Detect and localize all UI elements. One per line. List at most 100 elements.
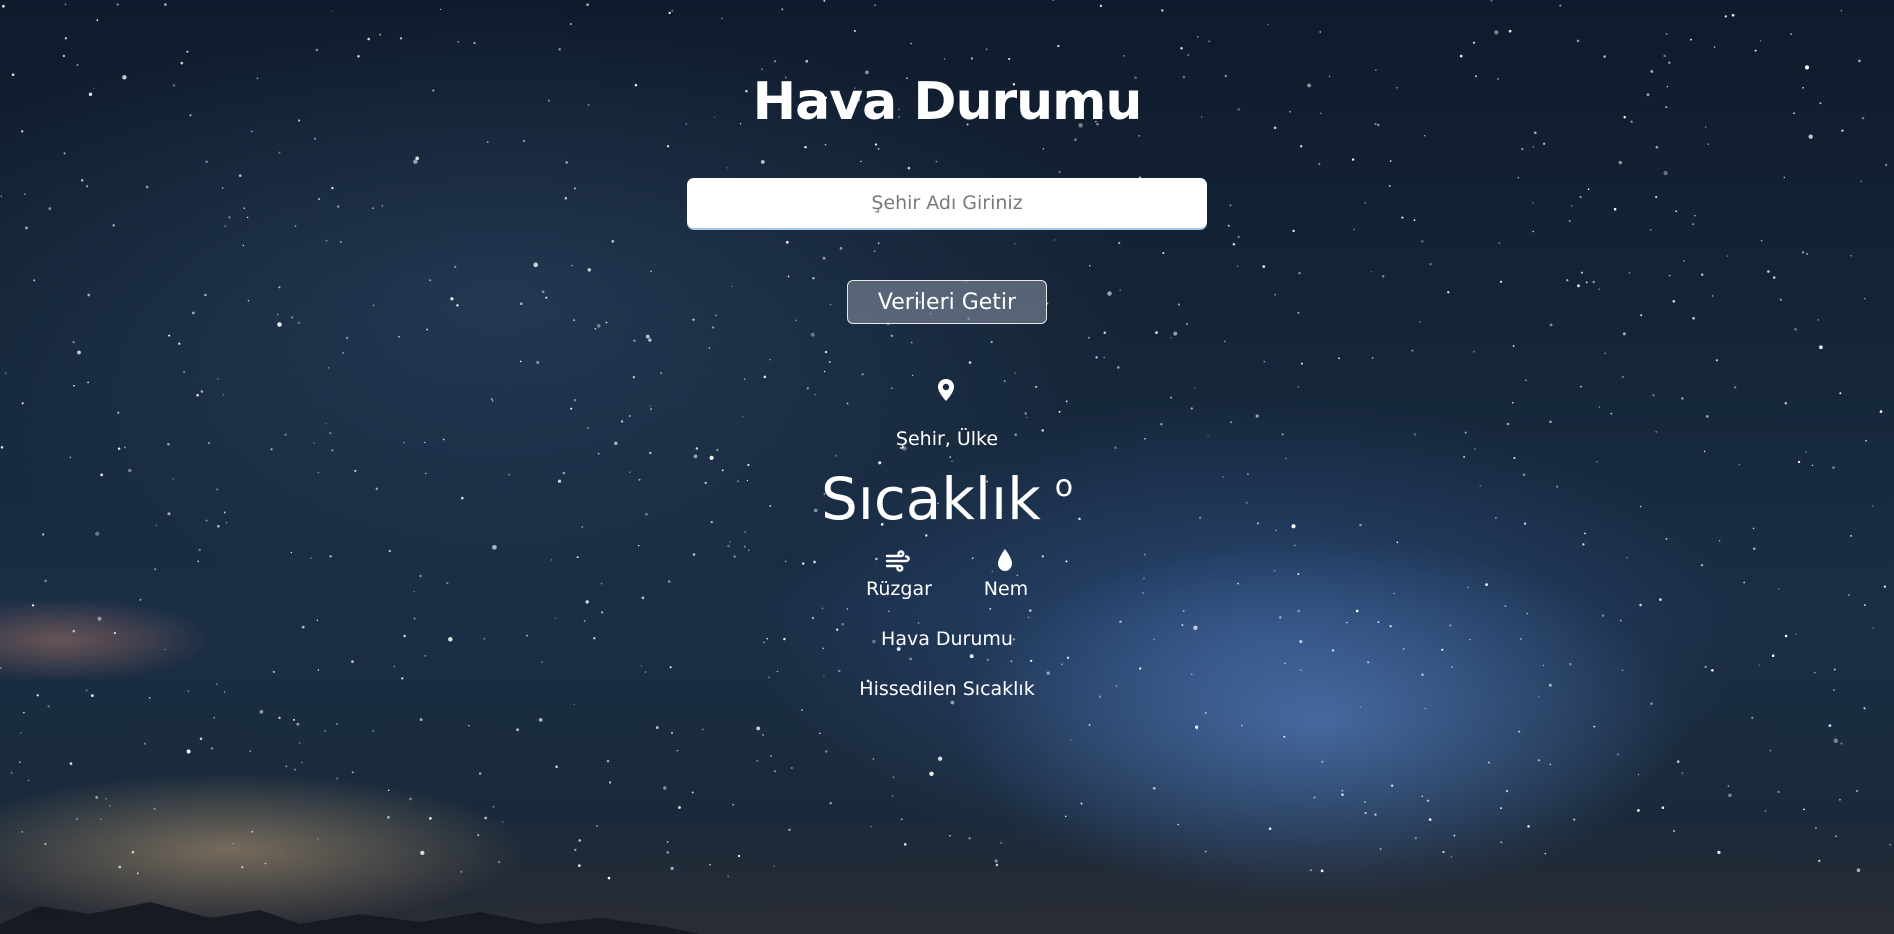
star (1424, 135, 1426, 137)
star (1390, 784, 1394, 787)
star (251, 830, 254, 833)
star (1700, 563, 1704, 567)
star (1819, 345, 1823, 350)
star (1790, 32, 1793, 36)
star (994, 859, 998, 863)
page-title: Hava Durumu (752, 72, 1143, 132)
star (990, 340, 993, 344)
star (835, 455, 837, 457)
star (812, 277, 815, 280)
star (154, 568, 157, 571)
star (1603, 55, 1606, 58)
star (1117, 366, 1120, 369)
star (1041, 555, 1045, 558)
star (1835, 835, 1837, 837)
star (1364, 811, 1367, 815)
star (1389, 160, 1392, 162)
star (573, 187, 576, 190)
star (1760, 239, 1763, 242)
star (846, 608, 849, 610)
star (1618, 160, 1623, 165)
star (1856, 790, 1858, 792)
star (199, 737, 203, 741)
star (1263, 360, 1266, 363)
star (1285, 457, 1287, 460)
star (1512, 345, 1515, 347)
star (143, 742, 146, 745)
star (1195, 725, 1199, 729)
water-drop-icon (998, 549, 1012, 571)
star (910, 341, 913, 344)
star (676, 749, 679, 752)
star (296, 722, 300, 726)
star (1769, 749, 1772, 752)
star (294, 768, 297, 771)
star (1526, 612, 1529, 615)
star (1649, 228, 1652, 231)
star (853, 29, 856, 33)
star (413, 159, 418, 164)
star (291, 316, 294, 319)
star (478, 772, 482, 775)
star (379, 33, 382, 36)
star (486, 141, 489, 143)
star (1321, 760, 1324, 764)
star (1472, 41, 1476, 44)
star (1162, 252, 1165, 255)
fetch-data-button[interactable]: Verileri Getir (847, 280, 1047, 324)
star (1717, 850, 1721, 855)
star (649, 405, 652, 407)
star (1298, 271, 1301, 275)
star (205, 160, 208, 163)
star (669, 666, 672, 669)
star (985, 48, 988, 51)
star (838, 669, 841, 673)
star (900, 818, 903, 821)
star (1374, 813, 1377, 816)
star (278, 716, 281, 720)
star (874, 4, 876, 7)
star (1396, 541, 1399, 544)
star (825, 750, 828, 753)
star (69, 456, 72, 458)
star (72, 340, 75, 344)
star (666, 841, 669, 843)
star (1236, 265, 1239, 267)
star (1066, 656, 1070, 660)
star (1537, 759, 1540, 762)
star (440, 8, 442, 11)
star (457, 40, 460, 43)
star (1783, 176, 1786, 179)
star (44, 579, 47, 583)
mountain-silhouette (0, 902, 700, 934)
star (1053, 239, 1056, 241)
star (1421, 240, 1424, 243)
star (1542, 142, 1546, 145)
city-search-input[interactable] (687, 178, 1207, 228)
star (1181, 624, 1184, 627)
star (446, 581, 449, 585)
star (873, 250, 876, 253)
star (1088, 264, 1091, 267)
star (709, 455, 714, 460)
star (663, 786, 667, 790)
star (773, 770, 776, 773)
star (1377, 621, 1380, 623)
star (516, 728, 519, 732)
star (1364, 801, 1366, 803)
star (1505, 789, 1509, 793)
star (668, 11, 671, 15)
star (1848, 594, 1850, 597)
star (811, 616, 815, 620)
star (1655, 196, 1658, 199)
star (762, 734, 764, 736)
star (950, 700, 955, 705)
star (23, 711, 25, 714)
star (1485, 583, 1488, 586)
star (1681, 772, 1684, 775)
star (210, 747, 214, 750)
star (720, 17, 723, 20)
star (776, 670, 779, 673)
star (1663, 171, 1668, 176)
star (1319, 31, 1321, 33)
